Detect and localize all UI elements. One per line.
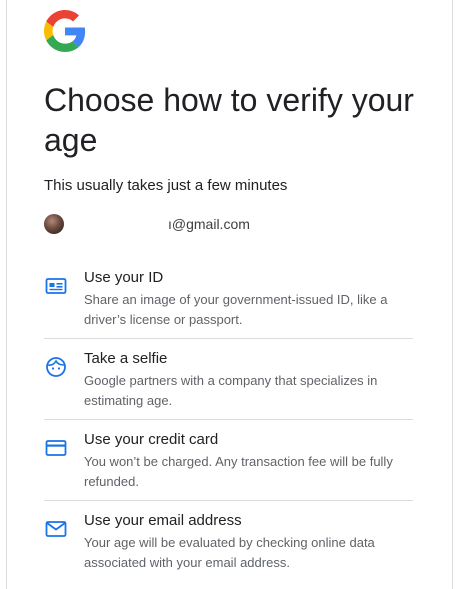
option-description: Share an image of your government-issued…: [84, 292, 388, 327]
option-title: Use your email address: [84, 512, 242, 529]
page-subtitle: This usually takes just a few minutes: [44, 177, 288, 194]
frame-right-border: [452, 0, 453, 589]
option-title: Take a selfie: [84, 350, 168, 367]
user-avatar: [44, 214, 64, 234]
mail-icon: [45, 521, 67, 537]
face-icon: [46, 357, 66, 377]
option-take-selfie[interactable]: Take a selfie Google partners with a com…: [44, 339, 413, 420]
option-title: Use your credit card: [84, 431, 219, 448]
option-title: Use your ID: [84, 269, 164, 286]
frame-left-border: [6, 0, 7, 589]
option-description: Your age will be evaluated by checking o…: [84, 535, 375, 570]
account-email: ı@gmail.com: [168, 216, 250, 232]
id-card-icon: [45, 278, 67, 294]
google-g-logo-icon: [44, 10, 86, 52]
option-email-address[interactable]: Use your email address Your age will be …: [44, 501, 413, 582]
account-chip[interactable]: ı@gmail.com: [44, 212, 424, 236]
option-use-id[interactable]: Use your ID Share an image of your gover…: [44, 258, 413, 339]
option-credit-card[interactable]: Use your credit card You won’t be charge…: [44, 420, 413, 501]
option-description: You won’t be charged. Any transaction fe…: [84, 454, 393, 489]
credit-card-icon: [45, 440, 67, 456]
verification-options-list: Use your ID Share an image of your gover…: [44, 258, 413, 582]
option-description: Google partners with a company that spec…: [84, 373, 378, 408]
page-title: Choose how to verify your age: [44, 82, 414, 158]
